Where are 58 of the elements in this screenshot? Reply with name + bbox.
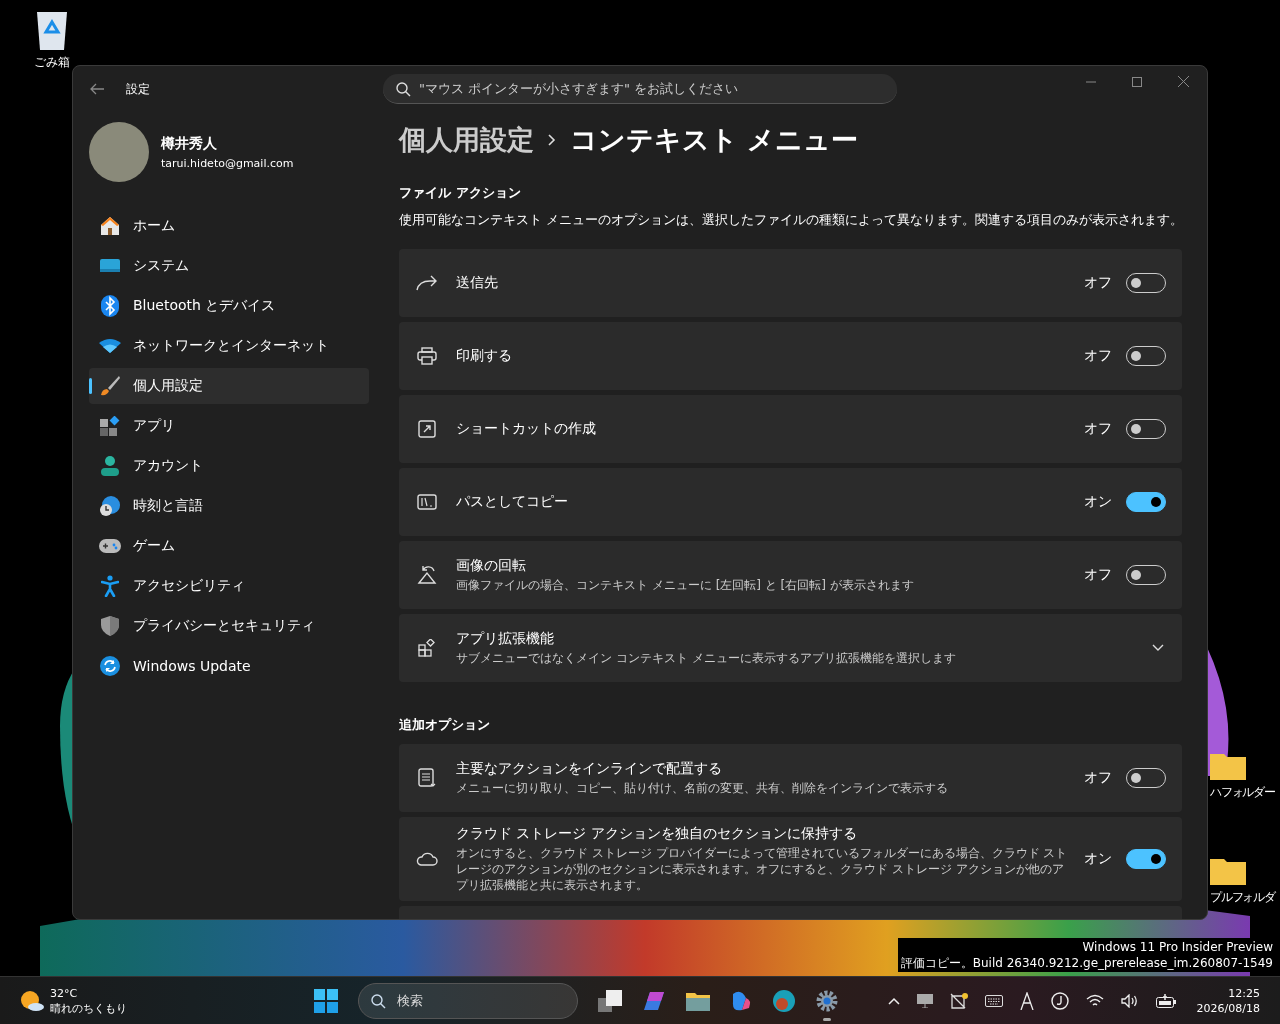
- sidebar-item[interactable]: 個人用設定: [89, 368, 369, 404]
- sidebar-item[interactable]: プライバシーとセキュリティ: [89, 608, 369, 644]
- setting-title: クラウド ストレージ アクションを独自のセクションに保持する: [456, 825, 858, 843]
- sidebar-item[interactable]: ゲーム: [89, 528, 369, 564]
- sidebar-item[interactable]: アカウント: [89, 448, 369, 484]
- setting-title: 印刷する: [456, 347, 513, 365]
- setting-title: 主要なアクションをインラインで配置する: [456, 760, 723, 778]
- setting-card[interactable]: ショートカットの作成 オフ: [399, 395, 1182, 463]
- setting-card[interactable]: 送信先 オフ: [399, 249, 1182, 317]
- sidebar-item[interactable]: Bluetooth とデバイス: [89, 288, 369, 324]
- setting-card[interactable]: クラウド ストレージ アクションを独自のセクションに保持する オンにすると、クラウド ストレージ プロバイダーによって管理されているフォルダーにある場合、クラウド ストレージのアクションが別のセクションに表示されます。オフにすると、クラウド ストレージ アクションが他のアプリ拡張機能と共に表示されます。 オン: [399, 817, 1182, 901]
- toggle-state-label: オン: [1084, 493, 1112, 511]
- weather-condition: 晴れのちくもり: [50, 1000, 127, 1016]
- clock-time[interactable]: 12:25: [1228, 985, 1260, 1001]
- account-email: tarui.hideto@gmail.com: [161, 156, 294, 170]
- setting-card[interactable]: 主要なアクションをインラインで配置する メニューに切り取り、コピー、貼り付け、名前の変更、共有、削除をインラインで表示する オフ: [399, 744, 1182, 812]
- window-title: 設定: [126, 80, 150, 98]
- setting-description: サブメニューではなくメイン コンテキスト メニューに表示するアプリ拡張機能を選択します: [456, 650, 957, 666]
- breadcrumb-link[interactable]: 個人用設定: [399, 122, 534, 158]
- setting-title: アプリ拡張機能: [456, 630, 555, 648]
- desktop-icon-label: プルフォルダ: [1210, 889, 1275, 906]
- setting-description: メニューに切り取り、コピー、貼り付け、名前の変更、共有、削除をインラインで表示する: [456, 780, 949, 796]
- page-title: コンテキスト メニュー: [570, 123, 859, 157]
- desktop-icon-label: ハフォルダー: [1210, 784, 1275, 801]
- watermark-text: Windows 11 Pro Insider Preview: [1082, 939, 1273, 955]
- section-heading: ファイル アクション: [399, 184, 522, 202]
- account-name: 樽井秀人: [161, 134, 218, 153]
- toggle-state-label: オフ: [1084, 274, 1112, 292]
- sidebar-item[interactable]: Windows Update: [89, 648, 369, 684]
- toggle-state-label: オン: [1084, 850, 1112, 868]
- sidebar-item[interactable]: アクセシビリティ: [89, 568, 369, 604]
- setting-card[interactable]: アプリ拡張機能 サブメニューではなくメイン コンテキスト メニューに表示するアプリ拡張機能を選択します: [399, 614, 1182, 682]
- setting-title: 画像の回転: [456, 557, 527, 575]
- toggle-state-label: オフ: [1084, 420, 1112, 438]
- sidebar-item[interactable]: ホーム: [89, 208, 369, 244]
- section-description: 使用可能なコンテキスト メニューのオプションは、選択したファイルの種類によって異なります。関連する項目のみが表示されます。: [399, 212, 1182, 229]
- temperature: 32°C: [50, 985, 79, 1001]
- setting-title: ショートカットの作成: [456, 420, 597, 438]
- setting-description: オンにすると、クラウド ストレージ プロバイダーによって管理されているフォルダーにある場合、クラウド ストレージのアクションが別のセクションに表示されます。オフにすると、クラウド ストレージ アクションが他のアプリ拡張機能と共に表示されます。: [456, 845, 1069, 893]
- clock-date[interactable]: 2026/08/18: [1196, 1000, 1260, 1016]
- setting-card[interactable]: 画像の回転 画像ファイルの場合、コンテキスト メニューに [左回転] と [右回転] が表示されます オフ: [399, 541, 1182, 609]
- section-heading: 追加オプション: [399, 716, 491, 734]
- toggle-state-label: オフ: [1084, 566, 1112, 584]
- setting-card[interactable]: パスとしてコピー オン: [399, 468, 1182, 536]
- taskbar-search-field[interactable]: 検索: [358, 982, 578, 1019]
- sidebar-item[interactable]: アプリ: [89, 408, 369, 444]
- sidebar-item[interactable]: 時刻と言語: [89, 488, 369, 524]
- watermark-text: 評価コピー。Build 26340.9212.ge_prerelease_im.260807-1549: [900, 955, 1273, 971]
- setting-card[interactable]: 印刷する オフ: [399, 322, 1182, 390]
- setting-description: 画像ファイルの場合、コンテキスト メニューに [左回転] と [右回転] が表示されます: [456, 577, 915, 593]
- sidebar-item[interactable]: システム: [89, 248, 369, 284]
- toggle-state-label: オフ: [1084, 347, 1112, 365]
- toggle-state-label: オフ: [1084, 769, 1112, 787]
- desktop-icon-label: ごみ箱: [34, 54, 70, 71]
- setting-title: パスとしてコピー: [456, 493, 569, 511]
- setting-title: 送信先: [456, 274, 499, 292]
- search-field[interactable]: "マウス ポインターが小さすぎます" をお試しください: [383, 74, 897, 104]
- sidebar-item[interactable]: ネットワークとインターネット: [89, 328, 369, 364]
